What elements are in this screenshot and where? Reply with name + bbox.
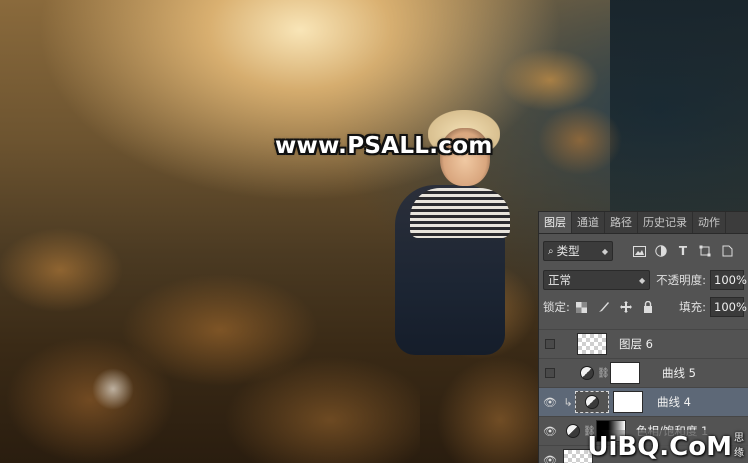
curves-adjustment-icon xyxy=(580,366,594,380)
fill-label: 填充: xyxy=(679,300,706,314)
foreground-foliage-left xyxy=(0,190,420,463)
chevron-down-icon: ◆ xyxy=(638,275,646,285)
curves-adjustment-icon xyxy=(575,391,609,413)
kind-filter-label: 类型 xyxy=(556,244,580,258)
eye-icon[interactable]: 👁 xyxy=(539,425,561,438)
blend-mode-value: 正常 xyxy=(548,273,571,287)
lock-label: 锁定: xyxy=(543,300,570,314)
uibq-watermark-text: UiBQ.CoM xyxy=(587,431,732,462)
layer-mask-thumbnail xyxy=(610,362,640,384)
layer-thumbnail xyxy=(577,333,607,355)
striped-shirt xyxy=(410,188,510,238)
image-filter-icon[interactable] xyxy=(631,243,647,259)
blend-mode-select[interactable]: 正常 ◆ xyxy=(543,270,651,290)
lock-image-brush-icon[interactable] xyxy=(596,299,612,315)
hue-saturation-adjustment-icon xyxy=(566,424,580,438)
search-icon: ⌕ xyxy=(548,245,554,257)
shape-filter-icon[interactable] xyxy=(697,243,713,259)
layers-panel: 图层 通道 路径 历史记录 动作 ⌕ 类型 ◆ T 正常 ◆ 不透明度: 100… xyxy=(538,211,748,463)
layer-mask-thumbnail xyxy=(613,391,643,413)
opacity-label: 不透明度: xyxy=(656,273,706,287)
layer-row[interactable]: 图层 6 xyxy=(539,329,748,358)
adjustment-filter-icon[interactable] xyxy=(653,243,669,259)
lock-fill-row: 锁定: 填充: 100% xyxy=(539,294,748,320)
clipping-mask-icon: ↳ xyxy=(563,395,573,409)
fill-field[interactable]: 100% xyxy=(710,297,747,317)
visibility-toggle-off[interactable] xyxy=(545,339,555,349)
lock-transparent-icon[interactable] xyxy=(574,299,590,315)
uibq-watermark: UiBQ.CoM 思缘 xyxy=(587,430,748,463)
tab-channels[interactable]: 通道 xyxy=(572,212,605,233)
eye-icon[interactable]: 👁 xyxy=(539,396,561,409)
blend-opacity-row: 正常 ◆ 不透明度: 100% xyxy=(539,267,748,293)
kind-filter-select[interactable]: ⌕ 类型 ◆ xyxy=(543,241,613,261)
uibq-watermark-suffix: 思缘 xyxy=(734,433,744,459)
layer-name: 曲线 5 xyxy=(662,366,696,380)
layer-name: 曲线 4 xyxy=(657,395,691,409)
layer-name: 图层 6 xyxy=(619,337,653,351)
lock-all-icon[interactable] xyxy=(640,299,656,315)
tab-paths[interactable]: 路径 xyxy=(605,212,638,233)
tab-layers[interactable]: 图层 xyxy=(539,212,572,233)
tab-actions[interactable]: 动作 xyxy=(693,212,726,233)
panel-tabs: 图层 通道 路径 历史记录 动作 xyxy=(539,212,748,234)
bokeh-light xyxy=(92,368,134,410)
eye-icon[interactable]: 👁 xyxy=(539,454,561,463)
layer-row-selected[interactable]: 👁 ↳ 曲线 4 xyxy=(539,387,748,416)
layer-row[interactable]: ⛓ 曲线 5 xyxy=(539,358,748,387)
psall-watermark: www.PSALL.com xyxy=(275,133,493,159)
mask-link-icon[interactable]: ⛓ xyxy=(597,368,610,379)
visibility-toggle-off[interactable] xyxy=(545,368,555,378)
tab-history[interactable]: 历史记录 xyxy=(638,212,693,233)
chevron-down-icon: ◆ xyxy=(601,246,608,256)
type-filter-icon[interactable]: T xyxy=(675,243,691,259)
lock-position-move-icon[interactable] xyxy=(618,299,634,315)
smart-object-filter-icon[interactable] xyxy=(719,243,735,259)
opacity-field[interactable]: 100% xyxy=(710,270,747,290)
layer-filter-row: ⌕ 类型 ◆ T xyxy=(539,238,748,264)
